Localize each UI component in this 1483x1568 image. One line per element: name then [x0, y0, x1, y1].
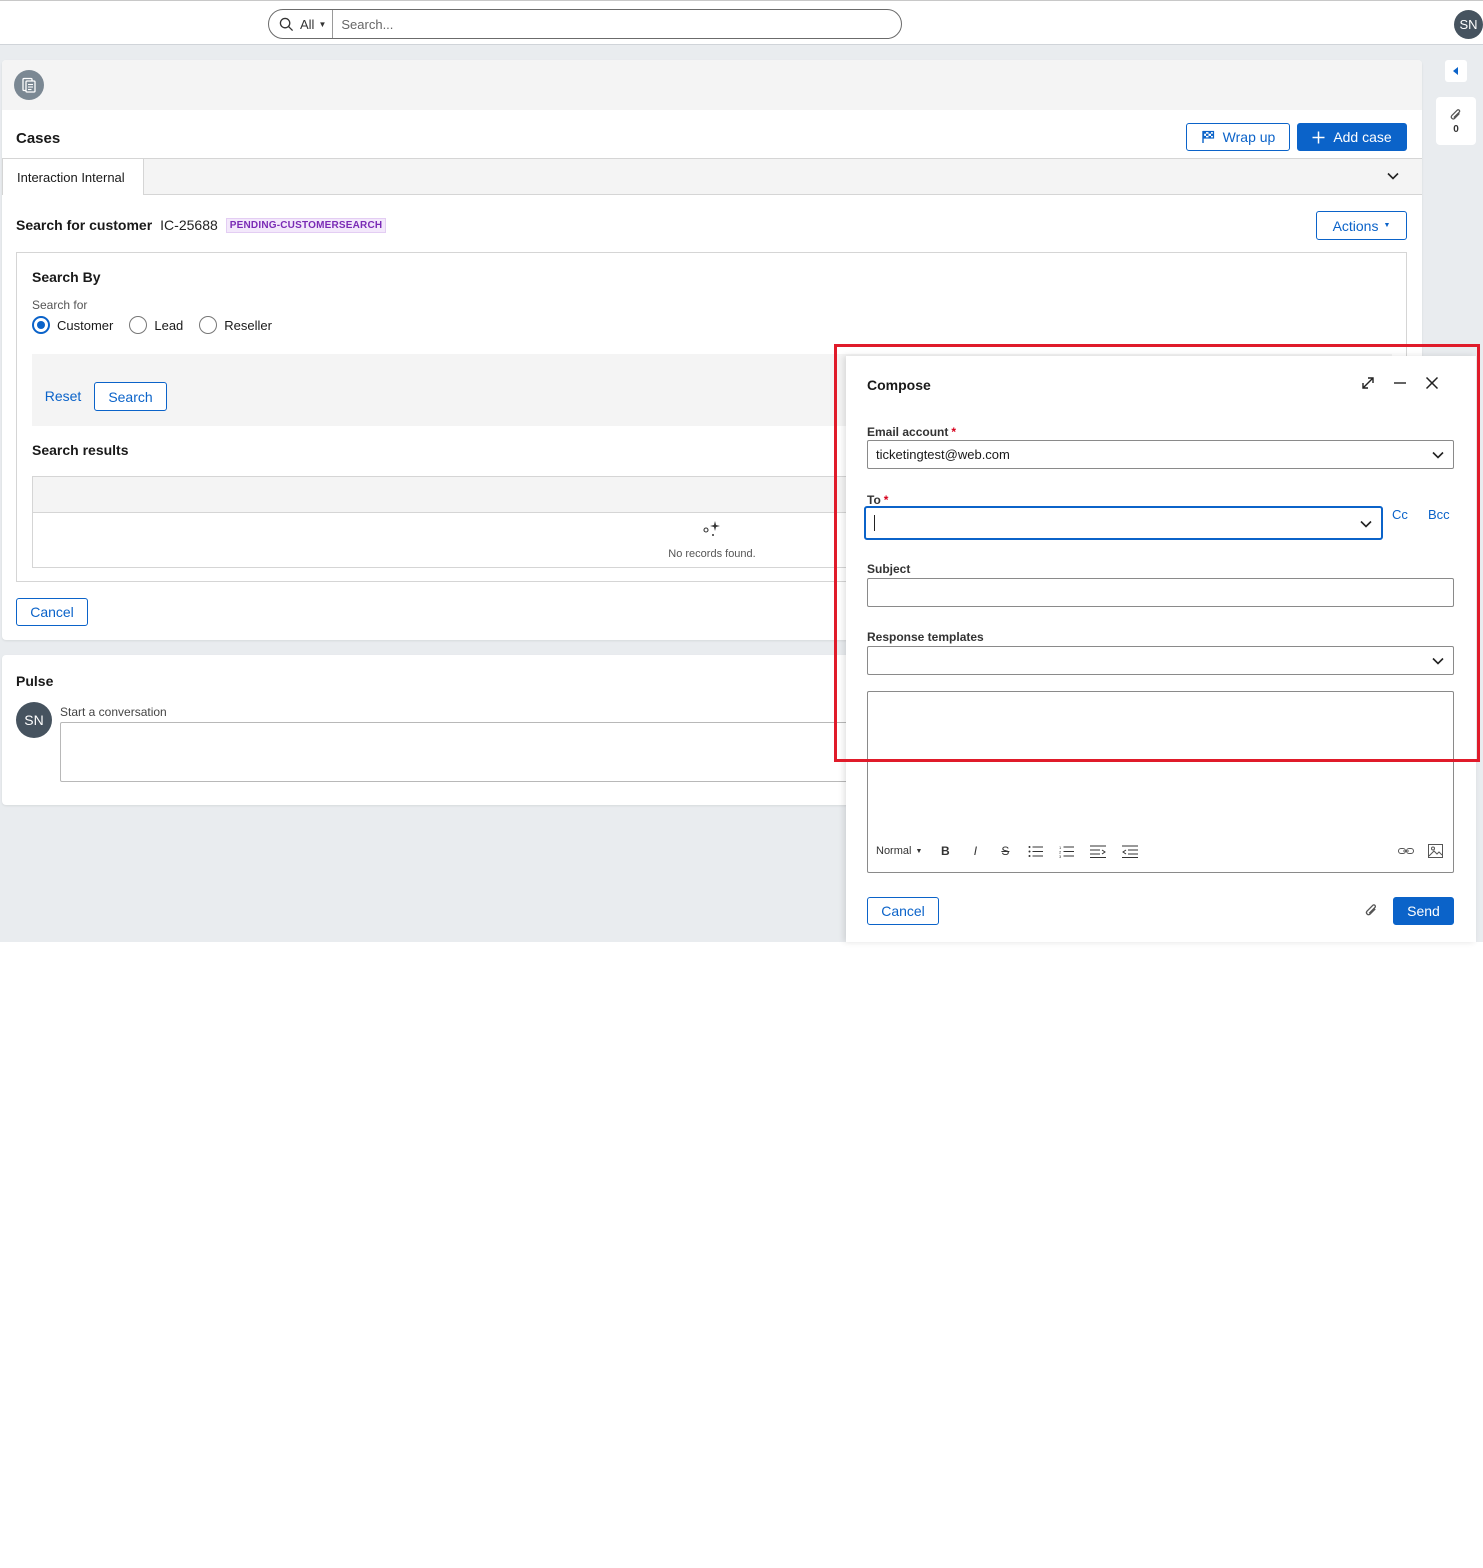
paperclip-icon[interactable] — [1364, 903, 1379, 918]
send-button[interactable]: Send — [1393, 897, 1454, 925]
required-marker: * — [883, 493, 889, 507]
search-button[interactable]: Search — [94, 382, 167, 411]
status-badge: PENDING-CUSTOMERSEARCH — [225, 217, 387, 233]
flag-icon — [1201, 130, 1214, 143]
wrap-up-button[interactable]: Wrap up — [1186, 123, 1290, 151]
caret-down-icon: ▼ — [1383, 222, 1391, 229]
svg-text:3: 3 — [1059, 854, 1062, 858]
radio-customer-label: Customer — [57, 317, 114, 333]
radio-lead[interactable]: Lead — [129, 316, 183, 334]
attachment-count: 0 — [1453, 123, 1459, 135]
minimize-icon[interactable] — [1393, 376, 1407, 390]
wrap-up-label: Wrap up — [1222, 129, 1276, 145]
sparkle-icon — [703, 521, 720, 536]
text-cursor — [874, 515, 875, 531]
add-case-label: Add case — [1333, 129, 1392, 145]
bcc-link[interactable]: Bcc — [1428, 507, 1450, 522]
attachments-button[interactable]: 0 — [1436, 97, 1476, 145]
strikethrough-icon[interactable]: S — [998, 844, 1012, 858]
subject-input[interactable] — [867, 578, 1454, 607]
add-case-button[interactable]: Add case — [1297, 123, 1407, 151]
email-account-label-text: Email account — [867, 425, 949, 439]
search-icon — [279, 17, 294, 31]
user-avatar[interactable]: SN — [1454, 10, 1483, 39]
compose-cancel-button[interactable]: Cancel — [867, 897, 939, 925]
chevron-down-icon — [1360, 520, 1372, 528]
chevron-down-icon — [1432, 451, 1444, 459]
cc-link[interactable]: Cc — [1392, 507, 1408, 522]
document-icon — [14, 70, 44, 100]
subject-label: Subject — [867, 562, 911, 576]
to-field[interactable] — [864, 506, 1383, 540]
search-scope-label: All — [300, 16, 315, 32]
radio-reseller[interactable]: Reseller — [199, 316, 272, 334]
paperclip-icon — [1450, 108, 1461, 119]
actions-button[interactable]: Actions ▼ — [1316, 211, 1407, 240]
search-for-label: Search for — [32, 298, 88, 312]
caret-down-icon: ▼ — [915, 847, 923, 855]
actions-label: Actions — [1332, 217, 1379, 234]
caret-left-icon — [1453, 67, 1458, 75]
search-customer-header: Search for customer IC-25688 PENDING-CUS… — [16, 217, 387, 233]
search-for-radio-group: Customer Lead Reseller — [32, 316, 272, 334]
numbered-list-icon[interactable]: 123 — [1059, 845, 1075, 858]
to-label: To * — [867, 493, 888, 507]
case-id: IC-25688 — [160, 217, 218, 233]
required-marker: * — [951, 425, 957, 439]
radio-selected-indicator[interactable] — [32, 316, 50, 334]
email-account-value: ticketingtest@web.com — [876, 447, 1010, 462]
message-body-editor[interactable]: Normal ▼ B I S 123 — [867, 691, 1454, 873]
email-account-label: Email account * — [867, 425, 956, 439]
avatar: SN — [16, 702, 52, 738]
close-icon[interactable] — [1425, 376, 1439, 390]
top-bar: All ▼ SN — [0, 0, 1483, 45]
plus-icon — [1312, 131, 1325, 143]
response-templates-select[interactable] — [867, 646, 1454, 675]
global-search: All ▼ — [268, 9, 902, 39]
pulse-title: Pulse — [16, 673, 54, 689]
radio-reseller-label: Reseller — [224, 317, 272, 333]
radio-lead-label: Lead — [154, 317, 184, 333]
reset-button[interactable]: Reset — [38, 382, 88, 410]
response-templates-label: Response templates — [867, 630, 984, 644]
card-header — [2, 60, 1422, 110]
format-label: Normal — [876, 845, 912, 857]
radio-customer[interactable]: Customer — [32, 316, 113, 334]
radio-indicator[interactable] — [199, 316, 218, 334]
chevron-down-icon — [1432, 657, 1444, 665]
outdent-icon[interactable] — [1122, 845, 1139, 858]
bold-icon[interactable]: B — [938, 844, 952, 858]
cases-title: Cases — [16, 130, 61, 147]
format-dropdown[interactable]: Normal ▼ — [876, 845, 922, 857]
to-label-text: To — [867, 493, 881, 507]
radio-indicator[interactable] — [129, 316, 148, 334]
right-rail: 0 — [1436, 60, 1476, 145]
search-scope-dropdown[interactable]: All ▼ — [269, 10, 334, 38]
collapse-panel-button[interactable] — [1445, 60, 1467, 82]
search-by-title: Search By — [32, 269, 101, 285]
email-account-select[interactable]: ticketingtest@web.com — [867, 440, 1454, 469]
image-icon[interactable] — [1428, 844, 1443, 858]
cancel-button[interactable]: Cancel — [16, 598, 88, 626]
compose-title: Compose — [867, 377, 931, 393]
caret-down-icon: ▼ — [318, 19, 327, 29]
chevron-down-icon[interactable] — [1386, 169, 1400, 183]
editor-toolbar-right — [1398, 844, 1443, 858]
app-background: All ▼ SN Cases Wrap up Add case Interact… — [0, 0, 1483, 942]
tab-interaction-internal[interactable]: Interaction Internal — [2, 158, 144, 195]
italic-icon[interactable]: I — [968, 844, 982, 858]
compose-window-controls — [1361, 376, 1439, 390]
compose-panel: Compose Email account * ticketingtest@web… — [846, 356, 1476, 942]
expand-icon[interactable] — [1361, 376, 1375, 390]
indent-icon[interactable] — [1090, 845, 1107, 858]
bullet-list-icon[interactable] — [1028, 845, 1044, 858]
search-input[interactable] — [333, 16, 874, 32]
search-results-title: Search results — [32, 442, 129, 458]
search-customer-title: Search for customer — [16, 217, 153, 233]
link-icon[interactable] — [1398, 846, 1414, 856]
start-conversation-label: Start a conversation — [60, 705, 167, 719]
editor-toolbar: Normal ▼ B I S 123 — [876, 844, 1139, 858]
interaction-tabs: Interaction Internal — [2, 158, 1422, 195]
